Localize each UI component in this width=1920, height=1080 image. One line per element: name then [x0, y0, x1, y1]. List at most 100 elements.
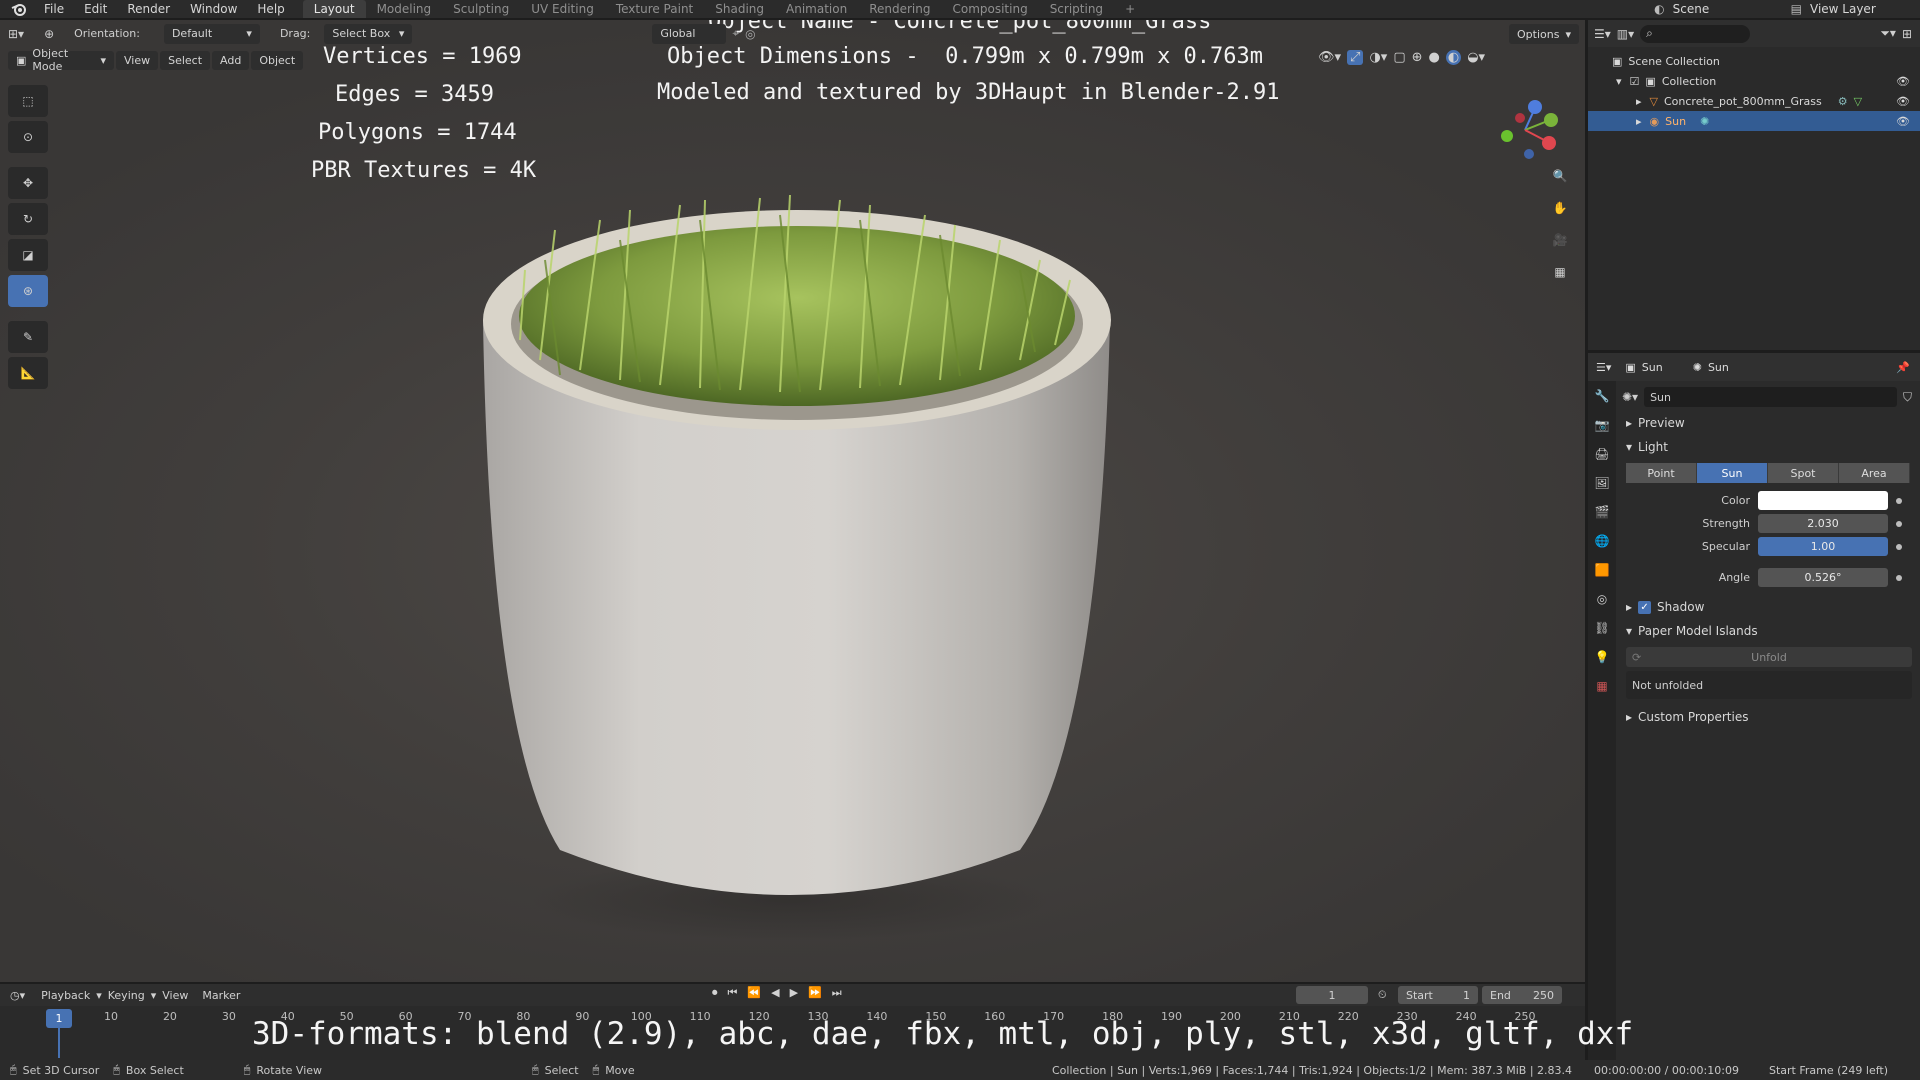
prev-keyframe-icon[interactable]: ⏪: [747, 986, 761, 1000]
cursor-tool[interactable]: ⊙: [8, 121, 48, 153]
menu-window[interactable]: Window: [180, 2, 247, 16]
unfold-button[interactable]: ⟳ Unfold: [1626, 647, 1912, 667]
keyframe-dot-icon[interactable]: [1896, 520, 1902, 527]
menu-help[interactable]: Help: [247, 2, 294, 16]
outliner-row-scene-collection[interactable]: ▣ Scene Collection: [1588, 51, 1920, 71]
current-frame-field[interactable]: 1: [1296, 986, 1368, 1004]
filter-icon[interactable]: ⏷▾: [1880, 26, 1896, 41]
navigation-gizmo[interactable]: [1490, 90, 1560, 170]
orientation-dropdown[interactable]: Default ▾: [163, 23, 260, 44]
transform-pivot-icon[interactable]: ⊕: [44, 27, 54, 41]
constraints-tab-icon[interactable]: ⛓: [1588, 613, 1616, 642]
blender-logo-icon[interactable]: [10, 0, 28, 18]
tab-shading[interactable]: Shading: [704, 0, 775, 18]
pan-hand-icon[interactable]: ✋: [1546, 194, 1574, 222]
select-box-tool[interactable]: ⬚: [8, 85, 48, 117]
new-collection-icon[interactable]: ⊞: [1902, 27, 1912, 41]
light-type-area[interactable]: Area: [1839, 463, 1910, 483]
world-tab-icon[interactable]: 🌐: [1588, 526, 1616, 555]
jump-end-icon[interactable]: ⏭: [832, 986, 842, 1000]
tab-layout[interactable]: Layout: [302, 0, 366, 18]
menu-view[interactable]: View: [162, 989, 188, 1002]
visibility-icon[interactable]: 👁▾: [1318, 50, 1341, 65]
editor-type-icon[interactable]: ◷▾: [10, 989, 25, 1002]
menu-marker[interactable]: Marker: [202, 989, 240, 1002]
overlays-icon[interactable]: ◑▾: [1369, 50, 1387, 65]
menu-add[interactable]: Add: [212, 50, 250, 70]
render-tab-icon[interactable]: 📷: [1588, 410, 1616, 439]
tab-sculpting[interactable]: Sculpting: [442, 0, 520, 18]
wireframe-shading-icon[interactable]: ⊕: [1412, 50, 1423, 65]
menu-render[interactable]: Render: [117, 2, 180, 16]
xray-icon[interactable]: ▢: [1393, 50, 1405, 65]
tab-texture-paint[interactable]: Texture Paint: [605, 0, 704, 18]
3d-viewport[interactable]: ⊞▾ ⊕ Orientation: Default ▾ Drag: Select…: [0, 20, 1585, 982]
view-layer-icon[interactable]: ▤: [1791, 2, 1802, 16]
expand-arrow-icon[interactable]: ▾: [1616, 75, 1622, 88]
tab-uv-editing[interactable]: UV Editing: [520, 0, 605, 18]
editor-type-icon[interactable]: ⊞▾: [8, 27, 24, 41]
rotate-tool[interactable]: ↻: [8, 203, 48, 235]
light-type-sun[interactable]: Sun: [1697, 463, 1768, 483]
gizmo-toggle-icon[interactable]: ⤢: [1347, 50, 1364, 65]
menu-select[interactable]: Select: [160, 50, 211, 70]
strength-field[interactable]: 2.030: [1758, 514, 1888, 533]
eye-icon[interactable]: 👁: [1896, 75, 1910, 88]
menu-file[interactable]: File: [34, 2, 74, 16]
expand-arrow-icon[interactable]: ▸: [1636, 115, 1642, 128]
drag-dropdown[interactable]: Select Box ▾: [324, 23, 413, 44]
outliner-row-collection[interactable]: ▾ ☑ ▣ Collection 👁: [1588, 71, 1920, 91]
mode-dropdown[interactable]: ▣ Object Mode ▾: [8, 47, 114, 73]
menu-keying[interactable]: Keying: [108, 989, 145, 1002]
clock-icon[interactable]: ⏲: [1378, 988, 1387, 1002]
menu-playback[interactable]: Playback: [41, 989, 90, 1002]
angle-field[interactable]: 0.526°: [1758, 568, 1888, 587]
outliner-search-input[interactable]: ⌕: [1640, 24, 1751, 43]
shadow-panel-header[interactable]: ▸ ✓ Shadow: [1618, 595, 1920, 619]
scale-tool[interactable]: ◪: [8, 239, 48, 271]
options-dropdown[interactable]: Options ▾: [1509, 24, 1579, 44]
keyframe-dot-icon[interactable]: [1896, 574, 1902, 581]
outliner-row-sun[interactable]: ▸ ◉ Sun ✺ 👁: [1588, 111, 1920, 131]
shadow-checkbox[interactable]: ✓: [1638, 600, 1652, 614]
tool-tab-icon[interactable]: 🔧: [1588, 381, 1616, 410]
outliner-row-object[interactable]: ▸ ▽ Concrete_pot_800mm_Grass ⚙ ▽ 👁: [1588, 91, 1920, 111]
keyframe-dot-icon[interactable]: [1896, 497, 1902, 504]
light-data-tab-icon[interactable]: 💡: [1588, 642, 1616, 671]
perspective-grid-icon[interactable]: ▦: [1546, 258, 1574, 286]
pin-icon[interactable]: 📌: [1896, 361, 1910, 374]
tab-modeling[interactable]: Modeling: [366, 0, 443, 18]
keyframe-dot-icon[interactable]: [1896, 543, 1902, 550]
rendered-shading-icon[interactable]: ◒▾: [1467, 50, 1485, 65]
fake-user-shield-icon[interactable]: ⛉: [1903, 390, 1912, 405]
snap-icon[interactable]: ⌖: [732, 26, 739, 41]
tab-animation[interactable]: Animation: [775, 0, 858, 18]
eye-icon[interactable]: 👁: [1896, 115, 1910, 128]
datablock-name-field[interactable]: Sun: [1644, 387, 1897, 407]
concrete-pot-render[interactable]: [0, 20, 1585, 982]
solid-shading-icon[interactable]: ●: [1429, 50, 1440, 65]
annotate-tool[interactable]: ✎: [8, 321, 48, 353]
transform-orientation-dropdown[interactable]: Global: [652, 23, 727, 44]
eye-icon[interactable]: 👁: [1896, 95, 1910, 108]
paper-model-panel-header[interactable]: ▾ Paper Model Islands: [1618, 619, 1920, 643]
tab-rendering[interactable]: Rendering: [858, 0, 941, 18]
jump-start-icon[interactable]: ⏮: [728, 986, 738, 1000]
preview-panel-header[interactable]: ▸ Preview: [1618, 411, 1920, 435]
editor-type-icon[interactable]: ☰▾: [1594, 27, 1611, 41]
menu-view[interactable]: View: [116, 50, 159, 70]
object-tab-icon[interactable]: 🟧: [1588, 555, 1616, 584]
zoom-icon[interactable]: 🔍: [1546, 162, 1574, 190]
current-frame-indicator[interactable]: 1: [46, 1009, 72, 1028]
transform-tool[interactable]: ⊛: [8, 275, 48, 307]
checkbox-icon[interactable]: ☑: [1630, 75, 1640, 88]
expand-arrow-icon[interactable]: ▸: [1636, 95, 1642, 108]
move-tool[interactable]: ✥: [8, 167, 48, 199]
light-panel-header[interactable]: ▾ Light: [1618, 435, 1920, 459]
next-keyframe-icon[interactable]: ⏩: [808, 986, 822, 1000]
texture-tab-icon[interactable]: ▦: [1588, 671, 1616, 700]
tab-compositing[interactable]: Compositing: [941, 0, 1038, 18]
tab-scripting[interactable]: Scripting: [1039, 0, 1114, 18]
record-icon[interactable]: ⏺: [712, 986, 718, 1000]
scene-icon[interactable]: ◐: [1654, 2, 1664, 16]
